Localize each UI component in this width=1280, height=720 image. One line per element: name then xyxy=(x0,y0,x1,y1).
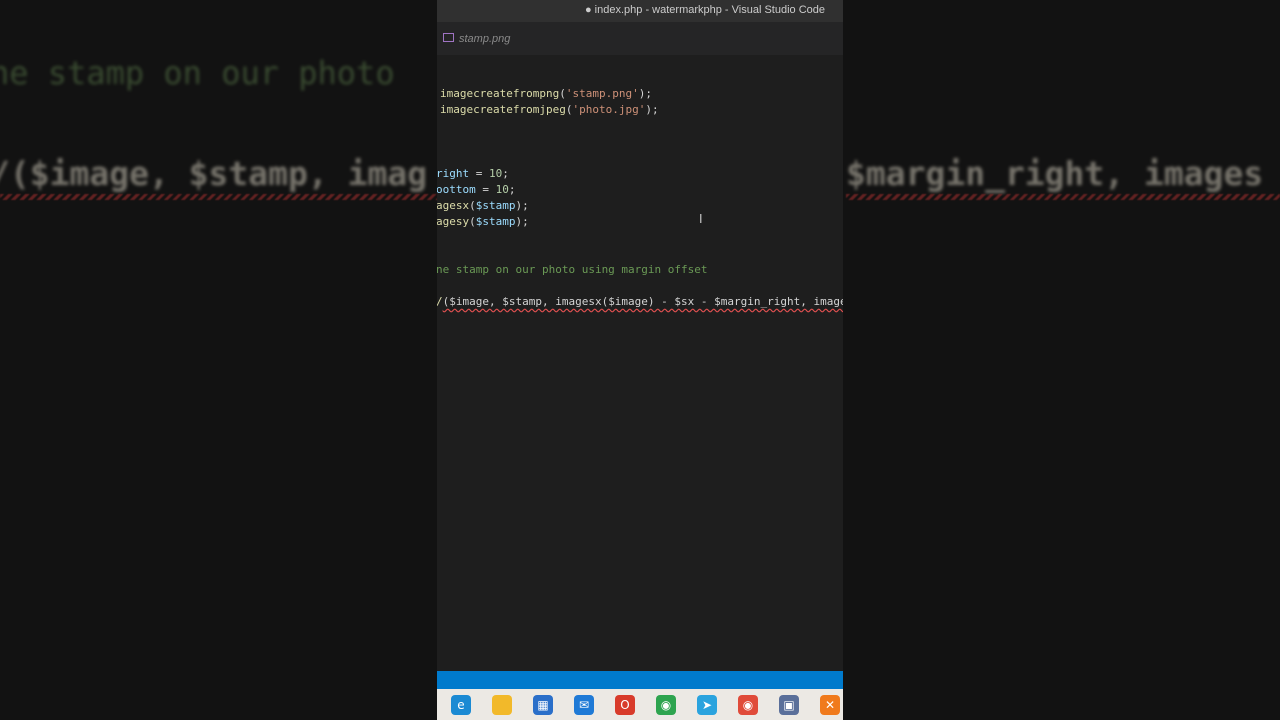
code-line: imagecreatefromjpeg('photo.jpg'); xyxy=(440,103,659,116)
code-line-error: /($image, $stamp, imagesx($image) - $sx … xyxy=(437,294,843,310)
network-icon[interactable]: ▣ xyxy=(779,694,799,715)
code-comment-line: ne stamp on our photo using margin offse… xyxy=(437,263,708,276)
bg-error-squiggle-left xyxy=(0,194,440,200)
vscode-window: ● index.php - watermarkphp - Visual Stud… xyxy=(437,0,843,720)
office-icon[interactable]: O xyxy=(615,694,635,715)
code-editor[interactable]: imagecreatefrompng('stamp.png'); imagecr… xyxy=(437,55,843,671)
code-line: imagecreatefrompng('stamp.png'); xyxy=(440,87,652,100)
mail-icon[interactable]: ✉ xyxy=(574,694,594,715)
store-icon[interactable]: ▦ xyxy=(533,694,553,715)
chrome-icon[interactable]: ◉ xyxy=(738,694,758,715)
code-line: agesx($stamp); xyxy=(437,199,529,212)
tab-stamp-png[interactable]: stamp.png xyxy=(437,22,523,55)
image-file-icon xyxy=(443,33,454,42)
telegram-icon[interactable]: ➤ xyxy=(697,694,717,715)
xampp-icon[interactable]: ✕ xyxy=(820,694,840,715)
file-explorer-icon[interactable] xyxy=(492,694,512,715)
bg-comment-text: ne stamp on our photo xyxy=(0,54,395,92)
code-line: right = 10; xyxy=(437,167,509,180)
windows-taskbar: e ▦ ✉ O ◉ ➤ ◉ ▣ ✕ xyxy=(437,689,843,720)
tab-bar: stamp.png xyxy=(437,22,843,55)
tab-label: stamp.png xyxy=(459,32,511,45)
code-line: oottom = 10; xyxy=(437,183,516,196)
code-line: agesy($stamp); xyxy=(437,215,529,228)
window-title: ● index.php - watermarkphp - Visual Stud… xyxy=(584,4,825,16)
bg-call-left-text: /($image, $stamp, imag xyxy=(0,154,428,193)
chrome-profile-icon[interactable]: ◉ xyxy=(656,694,676,715)
bg-error-squiggle-right xyxy=(846,194,1280,200)
ibeam-mouse-cursor-icon: I xyxy=(699,212,703,226)
edge-icon[interactable]: e xyxy=(451,694,471,715)
bg-call-right-text: $margin_right, images xyxy=(846,154,1264,193)
title-bar: ● index.php - watermarkphp - Visual Stud… xyxy=(437,0,843,22)
status-bar xyxy=(437,671,843,689)
